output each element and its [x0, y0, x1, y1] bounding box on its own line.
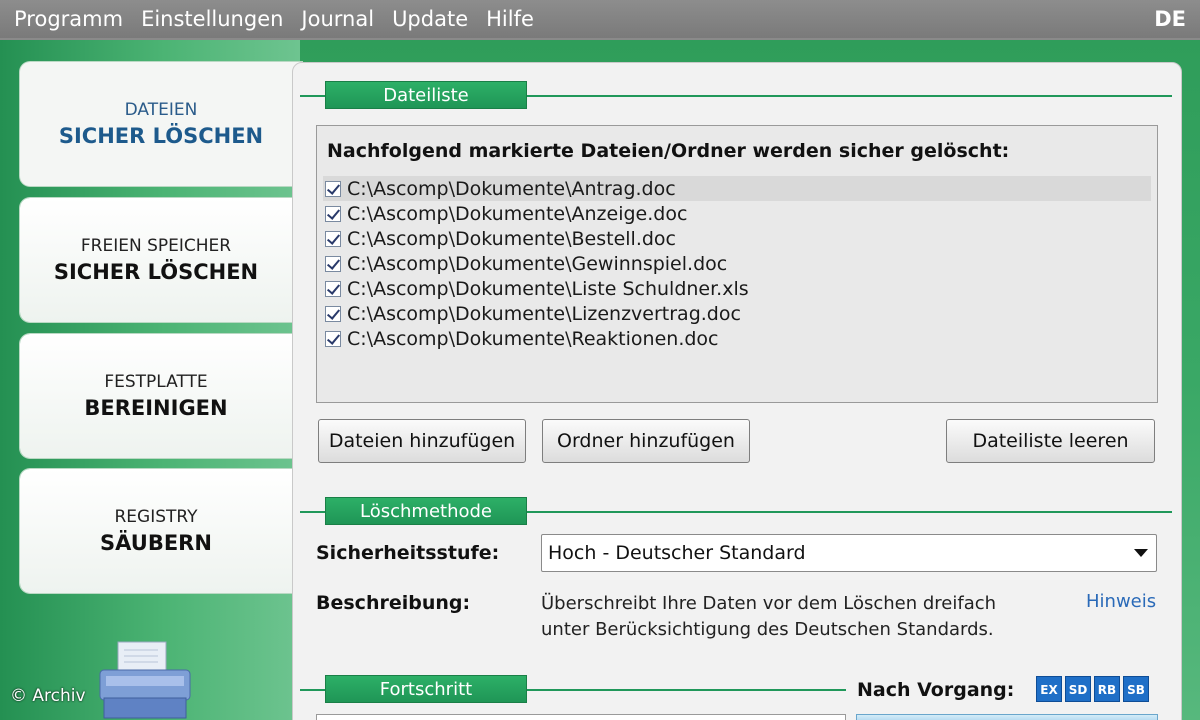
after-process-options: EX SD RB SB: [1036, 676, 1149, 702]
menu-hilfe[interactable]: Hilfe: [477, 0, 543, 38]
file-path: C:\Ascomp\Dokumente\Bestell.doc: [347, 227, 676, 250]
reboot-badge[interactable]: RB: [1094, 676, 1120, 702]
tab-line2: SICHER LÖSCHEN: [58, 124, 264, 148]
file-list[interactable]: Nachfolgend markierte Dateien/Ordner wer…: [316, 125, 1158, 403]
tab-line2: SICHER LÖSCHEN: [53, 260, 259, 284]
exit-badge[interactable]: EX: [1036, 676, 1062, 702]
list-item[interactable]: C:\Ascomp\Dokumente\Antrag.doc: [323, 176, 1151, 201]
sidebar-tab-registry-saeubern[interactable]: REGISTRY SÄUBERN: [20, 469, 292, 593]
tab-line2: SÄUBERN: [100, 531, 212, 555]
standby-badge[interactable]: SB: [1123, 676, 1149, 702]
list-item[interactable]: C:\Ascomp\Dokumente\Bestell.doc: [323, 226, 1151, 251]
tab-line1: FESTPLATTE: [104, 372, 208, 392]
tab-line1: DATEIEN: [124, 100, 198, 120]
section-label-dateiliste: Dateiliste: [325, 81, 527, 109]
security-level-value: Hoch - Deutscher Standard: [548, 542, 806, 564]
tab-line1: REGISTRY: [114, 507, 198, 527]
menu-bar: Programm Einstellungen Journal Update Hi…: [0, 0, 1200, 38]
tab-line2: BEREINIGEN: [84, 396, 228, 420]
language-selector[interactable]: DE: [1154, 0, 1186, 38]
start-button[interactable]: [856, 714, 1158, 720]
description-line: unter Berücksichtigung des Deutschen Sta…: [541, 619, 994, 640]
hint-link[interactable]: Hinweis: [1086, 591, 1156, 612]
section-label-loeschmethode: Löschmethode: [325, 497, 527, 525]
checkbox[interactable]: [325, 255, 341, 272]
security-level-label: Sicherheitsstufe:: [316, 542, 500, 564]
sidebar-tab-festplatte-bereinigen[interactable]: FESTPLATTE BEREINIGEN: [20, 334, 292, 458]
tab-line1: FREIEN SPEICHER: [80, 236, 232, 256]
list-item[interactable]: C:\Ascomp\Dokumente\Gewinnspiel.doc: [323, 251, 1151, 276]
checkbox[interactable]: [325, 330, 341, 347]
description-line: Überschreibt Ihre Daten vor dem Löschen …: [541, 593, 997, 614]
after-process-label: Nach Vorgang:: [857, 679, 1015, 701]
checkbox[interactable]: [325, 280, 341, 297]
security-level-select[interactable]: Hoch - Deutscher Standard: [541, 534, 1157, 572]
checkbox[interactable]: [325, 230, 341, 247]
add-folder-button[interactable]: Ordner hinzufügen: [542, 419, 750, 463]
checkbox[interactable]: [325, 305, 341, 322]
add-files-button[interactable]: Dateien hinzufügen: [318, 419, 526, 463]
description-label: Beschreibung:: [316, 592, 471, 614]
file-path: C:\Ascomp\Dokumente\Anzeige.doc: [347, 202, 688, 225]
list-item[interactable]: C:\Ascomp\Dokumente\Liste Schuldner.xls: [323, 276, 1151, 301]
sidebar-tab-freien-speicher[interactable]: FREIEN SPEICHER SICHER LÖSCHEN: [20, 198, 292, 322]
printer-shredder-icon: [99, 641, 191, 719]
checkbox[interactable]: [325, 205, 341, 222]
description-text: Überschreibt Ihre Daten vor dem Löschen …: [541, 591, 1061, 643]
menu-programm[interactable]: Programm: [0, 0, 132, 38]
file-rows: C:\Ascomp\Dokumente\Antrag.doc C:\Ascomp…: [323, 176, 1151, 351]
file-path: C:\Ascomp\Dokumente\Reaktionen.doc: [347, 327, 719, 350]
file-list-heading: Nachfolgend markierte Dateien/Ordner wer…: [327, 140, 1010, 162]
section-label-fortschritt: Fortschritt: [325, 675, 527, 703]
progress-bar: [316, 714, 846, 720]
file-path: C:\Ascomp\Dokumente\Liste Schuldner.xls: [347, 277, 749, 300]
menu-journal[interactable]: Journal: [292, 0, 383, 38]
checkbox[interactable]: [325, 180, 341, 197]
file-path: C:\Ascomp\Dokumente\Lizenzvertrag.doc: [347, 302, 741, 325]
sidebar-tab-dateien-sicher-loeschen[interactable]: DATEIEN SICHER LÖSCHEN: [20, 62, 302, 186]
file-path: C:\Ascomp\Dokumente\Gewinnspiel.doc: [347, 252, 728, 275]
list-item[interactable]: C:\Ascomp\Dokumente\Anzeige.doc: [323, 201, 1151, 226]
list-item[interactable]: C:\Ascomp\Dokumente\Reaktionen.doc: [323, 326, 1151, 351]
shutdown-badge[interactable]: SD: [1065, 676, 1091, 702]
file-path: C:\Ascomp\Dokumente\Antrag.doc: [347, 177, 676, 200]
menu-update[interactable]: Update: [383, 0, 477, 38]
clear-list-button[interactable]: Dateiliste leeren: [946, 419, 1155, 463]
archive-watermark: © Archiv: [10, 686, 86, 706]
list-item[interactable]: C:\Ascomp\Dokumente\Lizenzvertrag.doc: [323, 301, 1151, 326]
menu-einstellungen[interactable]: Einstellungen: [132, 0, 292, 38]
chevron-down-icon[interactable]: [1134, 549, 1148, 557]
